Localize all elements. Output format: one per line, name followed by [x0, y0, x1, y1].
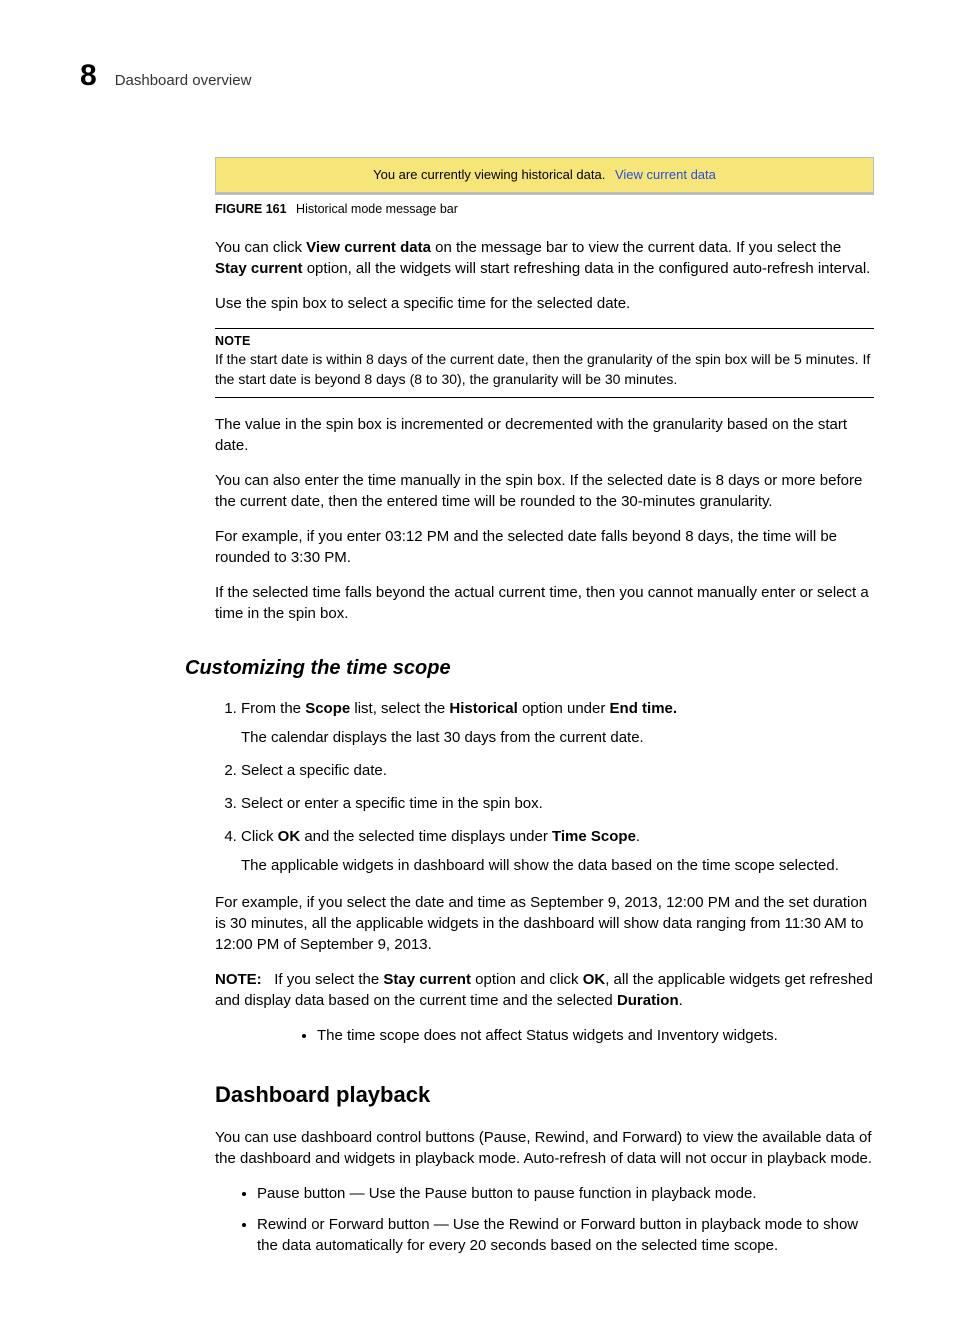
list-item: Select or enter a specific time in the s…	[241, 793, 874, 814]
view-current-data-link[interactable]: View current data	[615, 167, 716, 182]
body-paragraph: The value in the spin box is incremented…	[215, 414, 874, 456]
list-item: Select a specific date.	[241, 760, 874, 781]
note-label: NOTE	[215, 333, 874, 351]
figure-label: FIGURE 161	[215, 202, 287, 216]
note-text: If the start date is within 8 days of th…	[215, 350, 874, 389]
body-paragraph: For example, if you enter 03:12 PM and t…	[215, 526, 874, 568]
inline-note: NOTE: If you select the Stay current opt…	[215, 969, 874, 1011]
message-bar-text: You are currently viewing historical dat…	[373, 167, 605, 182]
subsection-heading: Customizing the time scope	[185, 654, 874, 682]
chapter-number: 8	[80, 55, 97, 97]
body-paragraph: If the selected time falls beyond the ac…	[215, 582, 874, 624]
list-item: Click OK and the selected time displays …	[241, 826, 874, 876]
body-paragraph: Use the spin box to select a specific ti…	[215, 293, 874, 314]
historical-message-bar: You are currently viewing historical dat…	[215, 157, 874, 195]
bullet-list: The time scope does not affect Status wi…	[275, 1025, 874, 1046]
list-item: Rewind or Forward button — Use the Rewin…	[257, 1214, 874, 1256]
body-paragraph: You can click View current data on the m…	[215, 237, 874, 279]
list-item: From the Scope list, select the Historic…	[241, 698, 874, 748]
body-paragraph: You can also enter the time manually in …	[215, 470, 874, 512]
figure-caption: FIGURE 161 Historical mode message bar	[215, 201, 874, 219]
bullet-list: Pause button — Use the Pause button to p…	[215, 1183, 874, 1256]
list-item: Pause button — Use the Pause button to p…	[257, 1183, 874, 1204]
step-subtext: The applicable widgets in dashboard will…	[241, 855, 874, 876]
body-paragraph: For example, if you select the date and …	[215, 892, 874, 955]
page-header: 8 Dashboard overview	[80, 55, 874, 97]
section-heading: Dashboard playback	[215, 1080, 874, 1111]
list-item: The time scope does not affect Status wi…	[317, 1025, 874, 1046]
steps-list: From the Scope list, select the Historic…	[215, 698, 874, 876]
note-block: NOTE If the start date is within 8 days …	[215, 328, 874, 399]
body-paragraph: You can use dashboard control buttons (P…	[215, 1127, 874, 1169]
section-title: Dashboard overview	[115, 70, 252, 91]
step-subtext: The calendar displays the last 30 days f…	[241, 727, 874, 748]
figure-text: Historical mode message bar	[296, 202, 458, 216]
